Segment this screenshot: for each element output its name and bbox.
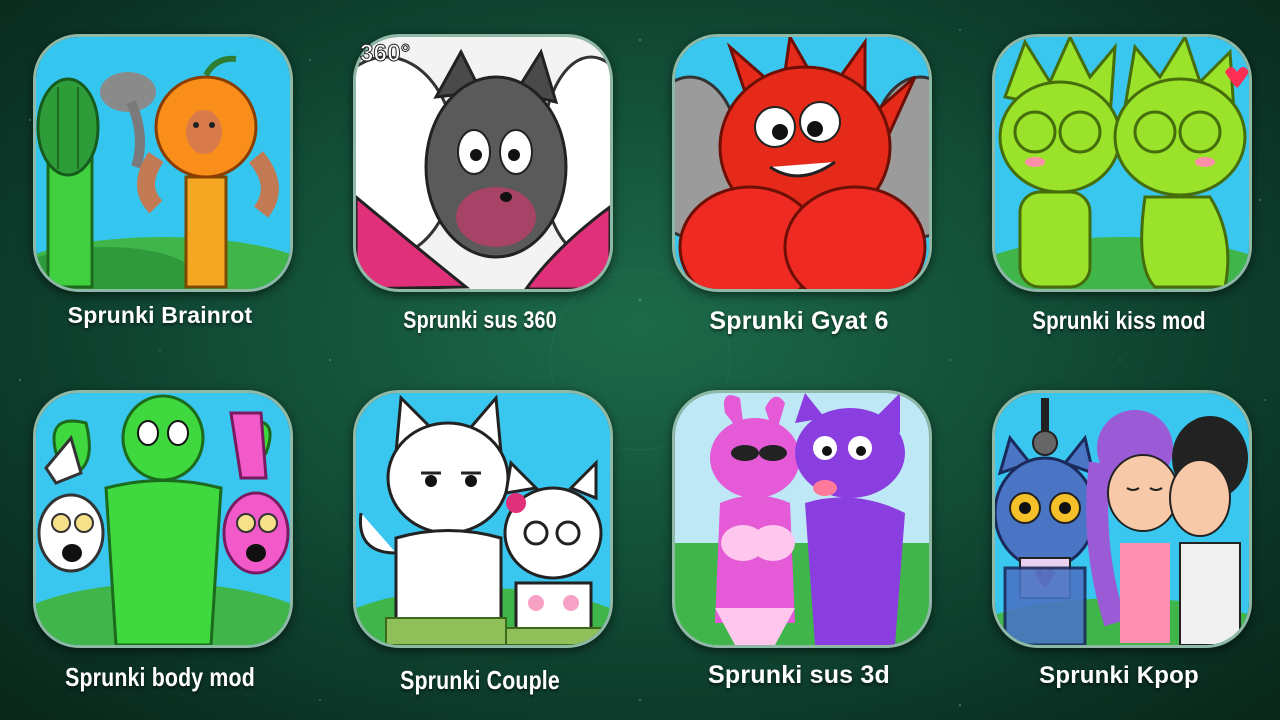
sprunki-sus-360-thumbnail: [356, 37, 610, 289]
game-title-sprunki-brainrot[interactable]: Sprunki Brainrot: [33, 302, 287, 329]
sprunki-kiss-mod-thumbnail: [995, 37, 1249, 289]
sprunki-body-mod-thumbnail: [36, 393, 290, 645]
game-tile-sprunki-couple[interactable]: [353, 390, 613, 648]
game-tile-sprunki-kiss-mod[interactable]: [992, 34, 1252, 292]
game-tile-sprunki-body-mod[interactable]: [33, 390, 293, 648]
game-tile-sprunki-sus-360[interactable]: [353, 34, 613, 292]
game-tile-sprunki-brainrot[interactable]: [33, 34, 293, 292]
sprunki-gyat-6-thumbnail: [675, 37, 929, 289]
game-title-sprunki-couple[interactable]: Sprunki Couple: [376, 665, 584, 696]
game-tile-sprunki-kpop[interactable]: [992, 390, 1252, 648]
sprunki-kpop-thumbnail: [995, 393, 1249, 645]
game-tile-sprunki-gyat-6[interactable]: [672, 34, 932, 292]
badge-360: 360°: [359, 40, 411, 68]
game-title-sprunki-gyat-6[interactable]: Sprunki Gyat 6: [672, 307, 926, 336]
game-title-sprunki-sus-3d[interactable]: Sprunki sus 3d: [672, 661, 926, 690]
sprunki-couple-thumbnail: [356, 393, 610, 645]
game-tile-sprunki-sus-3d[interactable]: [672, 390, 932, 648]
game-title-sprunki-sus-360[interactable]: Sprunki sus 360: [376, 307, 584, 335]
sprunki-brainrot-thumbnail: [36, 37, 290, 289]
game-title-sprunki-kiss-mod[interactable]: Sprunki kiss mod: [1015, 307, 1223, 336]
sprunki-sus-3d-thumbnail: [675, 393, 929, 645]
game-title-sprunki-body-mod[interactable]: Sprunki body mod: [56, 662, 264, 693]
game-title-sprunki-kpop[interactable]: Sprunki Kpop: [992, 662, 1246, 690]
